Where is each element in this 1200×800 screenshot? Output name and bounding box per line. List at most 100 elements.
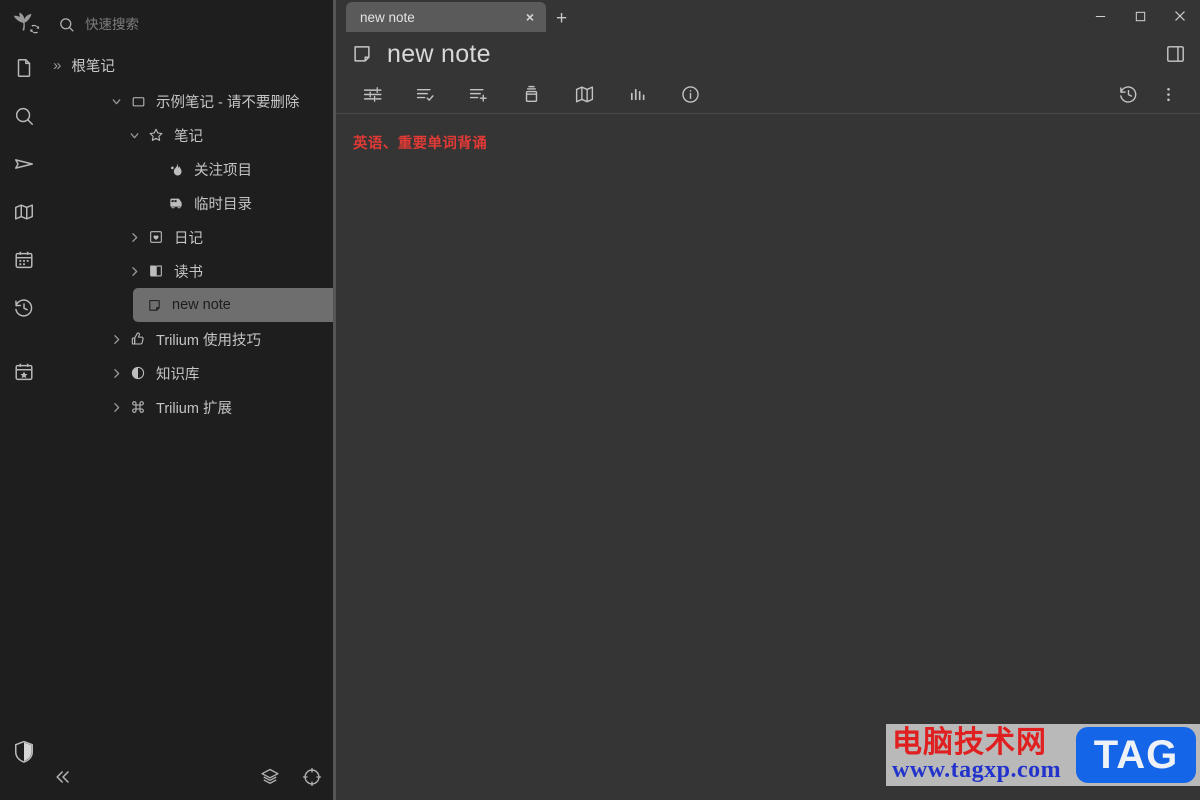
note-map-button[interactable] [558,78,611,112]
info-icon [682,86,699,103]
note-toolbar [336,76,1200,114]
chevron-right-icon[interactable] [105,367,127,380]
crosshair-icon [302,767,322,787]
tree-node-label: Trilium 使用技巧 [156,332,261,349]
tab-new-note[interactable]: new note × [346,2,546,32]
note-content-line: 英语、重要单词背诵 [353,136,488,152]
watermark: 电脑技术网 www.tagxp.com TAG [886,724,1200,786]
panel-right-icon[interactable] [1159,38,1192,71]
chevron-right-icon[interactable] [123,265,145,278]
tree-node-reading[interactable]: 读书 [47,254,379,288]
tree-node-label: 临时目录 [194,196,252,213]
search-input[interactable] [85,16,285,32]
flame-icon [165,162,187,177]
sync-icon [29,24,39,34]
main-panel: new note × + new note 英语、重要单词背诵 电脑技术网 ww… [336,0,1200,800]
tree-node-label: 示例笔记 - 请不要删除 [156,94,300,111]
tree-bottom-bar [47,754,380,800]
more-vertical-icon [1166,87,1170,102]
tree-node-temp-directory[interactable]: 临时目录 [47,186,379,220]
tree-node-notes[interactable]: 笔记 [47,118,379,152]
bus-icon [165,195,187,211]
tree-node-knowledge-base[interactable]: 知识库 [47,356,379,390]
note-add-list-button[interactable] [452,78,505,112]
watermark-title: 电脑技术网 [892,724,1047,760]
new-tab-button[interactable]: + [546,9,577,28]
tree-node-diary[interactable]: 日记 [47,220,379,254]
tab-bar: new note × + [336,0,1200,32]
rail-item-today[interactable] [0,348,47,396]
icon-rail [0,0,47,800]
note-page-icon [143,298,165,313]
history-icon [14,299,32,317]
command-icon [127,399,149,415]
note-title[interactable]: new note [387,40,491,69]
rail-item-recent-changes[interactable] [0,284,47,332]
note-tree-panel: » 根笔记 示例笔记 - 请不要删除 [47,0,380,800]
tree-node-focus-projects[interactable]: 关注项目 [47,152,379,186]
left-sidebar: » 根笔记 示例笔记 - 请不要删除 [0,0,380,800]
sliders-icon [363,87,382,102]
tree-node-example-notes[interactable]: 示例笔记 - 请不要删除 [47,84,379,118]
book-heart-icon [145,229,167,245]
crosshair-button[interactable] [302,767,322,787]
watermark-text: 电脑技术网 www.tagxp.com [886,727,1061,784]
note-page-icon[interactable] [351,43,373,65]
note-icon [17,59,30,77]
tree-node-label: new note [172,297,231,313]
watermark-url: www.tagxp.com [892,757,1062,784]
list-check-icon [416,88,434,101]
tab-label: new note [360,9,415,25]
rail-item-calendar[interactable] [0,236,47,284]
trilium-leaf-logo [13,12,39,34]
calendar-star-icon [14,363,33,381]
note-title-row: new note [336,32,1200,76]
archive-icon [525,85,538,103]
rail-item-protected-session[interactable] [0,726,47,778]
minimize-button[interactable] [1080,0,1120,32]
rail-item-jump-to[interactable] [0,140,47,188]
chevron-right-icon[interactable] [123,231,145,244]
note-more-menu-button[interactable] [1148,78,1188,112]
note-info-button[interactable] [664,78,717,112]
tree-node-label: Trilium 扩展 [156,400,232,417]
tree-node-trilium-tips[interactable]: Trilium 使用技巧 [47,322,379,356]
close-button[interactable] [1160,0,1200,32]
note-attributes-button[interactable] [346,78,399,112]
rail-item-note-map[interactable] [0,188,47,236]
minimize-icon [1095,15,1105,17]
chevron-right-icon[interactable] [105,401,127,414]
layers-button[interactable] [260,767,280,787]
root-chevron[interactable]: » [53,58,61,73]
tree-node-label: 笔记 [174,128,203,145]
folder-icon [127,94,149,109]
rail-item-notes[interactable] [0,44,47,92]
watermark-badge: TAG [1076,727,1196,783]
maximize-button[interactable] [1120,0,1160,32]
chevron-down-icon[interactable] [123,129,145,142]
bar-chart-icon [630,88,645,101]
note-todo-button[interactable] [399,78,452,112]
layers-icon [261,768,279,784]
maximize-icon [1135,11,1145,21]
root-note-label: 根笔记 [71,58,115,75]
root-note-row[interactable]: » 根笔记 [47,48,380,82]
chevron-down-icon[interactable] [105,95,127,108]
calendar-icon [14,251,33,269]
rail-item-search[interactable] [0,92,47,140]
tree-node-label: 日记 [174,230,203,247]
note-revisions-button[interactable] [1108,78,1148,112]
note-archive-button[interactable] [505,78,558,112]
tab-close-button[interactable]: × [522,10,538,24]
star-icon [145,127,167,143]
quick-search[interactable] [47,0,380,48]
chevron-right-icon[interactable] [105,333,127,346]
shield-icon [14,740,33,763]
chevrons-left-icon [56,771,69,783]
app-logo[interactable] [0,0,47,44]
tree-node-trilium-extensions[interactable]: Trilium 扩展 [47,390,379,424]
window-controls [1080,0,1200,32]
note-stats-button[interactable] [611,78,664,112]
note-content[interactable]: 英语、重要单词背诵 电脑技术网 www.tagxp.com TAG [336,114,1200,800]
collapse-sidebar-button[interactable] [53,767,73,787]
